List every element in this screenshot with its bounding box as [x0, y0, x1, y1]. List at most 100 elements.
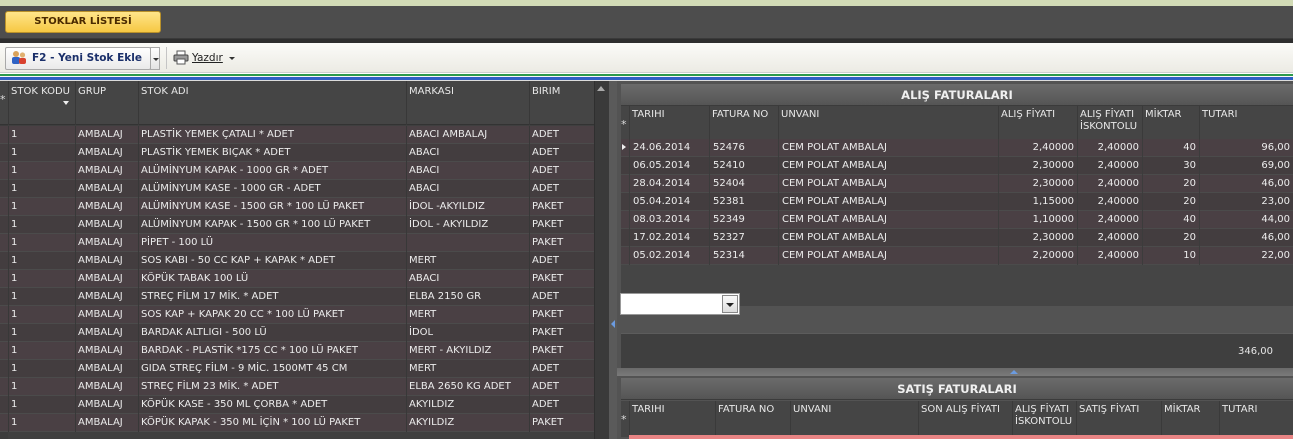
cell-markasi: MERT	[406, 306, 529, 324]
chevron-up-icon[interactable]	[1010, 370, 1018, 374]
column-header-alis-fiyati[interactable]: ALIŞ FİYATI	[998, 106, 1077, 142]
cell-tutari: 44,00	[1199, 211, 1293, 229]
table-row[interactable]: 1 AMBALAJ ALÜMİNYUM KASE - 1500 GR * 100 L…	[0, 198, 594, 216]
table-row[interactable]: 1 AMBALAJ ALÜMİNYUM KAPAK - 1000 GR * ADET…	[0, 162, 594, 180]
cell-birim: ADET	[529, 288, 594, 306]
cell-stok-adi: KÖPÜK KASE - 350 ML ÇORBA * ADET	[138, 396, 406, 414]
selected-row[interactable]	[629, 435, 1293, 439]
cell-markasi: ABACI AMBALAJ	[406, 126, 529, 144]
cell-fatura-no: 52410	[709, 157, 778, 175]
cell-stok-kodu: 1	[8, 288, 75, 306]
sales-panel: SATIŞ FATURALARI * TARIHI FATURA NO UNVA…	[617, 376, 1293, 439]
table-row[interactable]: 24.06.2014 52476 CEM POLAT AMBALAJ 2,40000 2…	[621, 139, 1293, 157]
table-row[interactable]: 05.04.2014 52381 CEM POLAT AMBALAJ 1,15000 2…	[621, 193, 1293, 211]
column-header-markasi[interactable]: MARKASI	[406, 81, 529, 125]
cell-stok-kodu: 1	[8, 414, 75, 432]
cell-alis-fiyati-iskontolu: 2,40000	[1077, 193, 1142, 211]
table-row[interactable]: 1 AMBALAJ GIDA STREÇ FİLM - 9 MİC. 1500MT …	[0, 360, 594, 378]
chevron-left-icon[interactable]	[611, 320, 615, 328]
cell-unvani: CEM POLAT AMBALAJ	[778, 229, 998, 247]
cell-miktar: 10	[1142, 247, 1199, 265]
cell-grup: AMBALAJ	[75, 162, 138, 180]
scroll-up-icon[interactable]	[597, 86, 605, 91]
stok-listesi-tab[interactable]: STOKLAR LİSTESİ	[5, 11, 161, 33]
table-row[interactable]: 1 AMBALAJ SOS KAP + KAPAK 20 CC * 100 LÜ P…	[0, 306, 594, 324]
cell-alis-fiyati: 2,30000	[998, 157, 1077, 175]
add-stock-dropdown-button[interactable]	[150, 47, 160, 70]
cell-tarihi: 17.02.2014	[629, 229, 709, 247]
cell-markasi: ELBA 2650 KG ADET	[406, 378, 529, 396]
cell-stok-adi: ALÜMİNYUM KASE - 1500 GR * 100 LÜ PAKET	[138, 198, 406, 216]
table-row[interactable]: 06.05.2014 52410 CEM POLAT AMBALAJ 2,30000 2…	[621, 157, 1293, 175]
table-row[interactable]: 1 AMBALAJ STREÇ FİLM 17 MİK. * ADET ELBA 21…	[0, 288, 594, 306]
table-row[interactable]: 1 AMBALAJ ALÜMİNYUM KASE - 1000 GR - ADET A…	[0, 180, 594, 198]
cell-alis-fiyati: 2,40000	[998, 139, 1077, 157]
table-row[interactable]: 1 AMBALAJ BARDAK ALTLIGI - 500 LÜ İDOL PAKET	[0, 324, 594, 342]
column-header-tarihi[interactable]: TARIHI	[629, 401, 715, 437]
cell-stok-adi: ALÜMİNYUM KAPAK - 1000 GR * ADET	[138, 162, 406, 180]
users-icon	[12, 51, 26, 64]
cell-birim: PAKET	[529, 414, 594, 432]
table-row[interactable]: 1 AMBALAJ BARDAK - PLASTİK *175 CC * 100 L…	[0, 342, 594, 360]
new-row-icon: *	[621, 118, 627, 131]
table-row[interactable]: 1 AMBALAJ ALÜMİNYUM KAPAK - 1500 GR * 100 …	[0, 216, 594, 234]
column-header-grup[interactable]: GRUP	[75, 81, 138, 125]
table-row[interactable]: 1 AMBALAJ PLASTİK YEMEK ÇATALI * ADET ABACI…	[0, 126, 594, 144]
panel-splitter[interactable]	[609, 81, 617, 439]
column-header-unvani[interactable]: UNVANI	[790, 401, 918, 437]
cell-grup: AMBALAJ	[75, 144, 138, 162]
cell-stok-kodu: 1	[8, 144, 75, 162]
cell-stok-adi: STREÇ FİLM 17 MİK. * ADET	[138, 288, 406, 306]
column-header-satis-fiyati[interactable]: SATIŞ FİYATI	[1076, 401, 1161, 437]
table-row[interactable]: 1 AMBALAJ KÖPÜK TABAK 100 LÜ ABACI PAKET	[0, 270, 594, 288]
column-header-tutari[interactable]: TUTARI	[1199, 106, 1293, 142]
column-header-fatura-no[interactable]: FATURA NO	[715, 401, 790, 437]
column-header-stok-adi[interactable]: STOK ADI	[138, 81, 406, 125]
column-header-tarihi[interactable]: TARIHI	[629, 106, 709, 142]
cell-alis-fiyati: 2,20000	[998, 247, 1077, 265]
chevron-down-icon[interactable]	[722, 295, 738, 313]
table-row[interactable]: 05.02.2014 52314 CEM POLAT AMBALAJ 2,20000 2…	[621, 247, 1293, 265]
new-row-icon: *	[0, 93, 6, 106]
column-header-tutari[interactable]: TUTARI	[1219, 401, 1293, 437]
stock-grid-header: * STOK KODU GRUP STOK ADI MARKASI BIRIM	[0, 81, 594, 125]
cell-birim: ADET	[529, 126, 594, 144]
cell-tarihi: 05.02.2014	[629, 247, 709, 265]
total-footer: 346,00	[621, 333, 1293, 368]
cell-markasi	[406, 234, 529, 252]
table-row[interactable]: 1 AMBALAJ PLASTİK YEMEK BIÇAK * ADET ABACI A…	[0, 144, 594, 162]
cell-grup: AMBALAJ	[75, 180, 138, 198]
cell-alis-fiyati-iskontolu: 2,40000	[1077, 229, 1142, 247]
cell-stok-adi: ALÜMİNYUM KAPAK - 1500 GR * 100 LÜ PAKET	[138, 216, 406, 234]
title-bar: STOKLAR LİSTESİ	[0, 6, 1293, 39]
cell-stok-kodu: 1	[8, 396, 75, 414]
column-header-son-alis-fiyati[interactable]: SON ALIŞ FİYATI	[918, 401, 1012, 437]
cell-markasi: MERT - AKYILDIZ	[406, 342, 529, 360]
cell-tarihi: 06.05.2014	[629, 157, 709, 175]
column-header-unvani[interactable]: UNVANI	[778, 106, 998, 142]
cell-stok-adi: GIDA STREÇ FİLM - 9 MİC. 1500MT 45 CM	[138, 360, 406, 378]
table-row[interactable]: 17.02.2014 52327 CEM POLAT AMBALAJ 2,30000 2…	[621, 229, 1293, 247]
table-row[interactable]: 28.04.2014 52404 CEM POLAT AMBALAJ 2,30000 2…	[621, 175, 1293, 193]
cell-markasi: İDOL -AKYILDIZ	[406, 198, 529, 216]
horizontal-splitter[interactable]	[617, 368, 1293, 376]
cell-unvani: CEM POLAT AMBALAJ	[778, 193, 998, 211]
satis-title: SATIŞ FATURALARI	[621, 378, 1293, 400]
column-header-fatura-no[interactable]: FATURA NO	[709, 106, 778, 142]
table-row[interactable]: 1 AMBALAJ KÖPÜK KASE - 350 ML ÇORBA * ADET…	[0, 396, 594, 414]
print-button[interactable]: Yazdır	[171, 48, 237, 68]
column-header-alis-fiyati-iskontolu[interactable]: ALIŞ FİYATI İSKONTOLU	[1077, 106, 1142, 142]
table-row[interactable]: 1 AMBALAJ SOS KABI - 50 CC KAP + KAPAK * A…	[0, 252, 594, 270]
table-row[interactable]: 1 AMBALAJ STREÇ FİLM 23 MİK. * ADET ELBA 26…	[0, 378, 594, 396]
column-label: MARKASI	[409, 86, 454, 97]
vertical-scrollbar[interactable]	[594, 81, 609, 439]
column-header-alis-fiyati-iskontolu[interactable]: ALIŞ FİYATI İSKONTOLU	[1012, 401, 1076, 437]
table-row[interactable]: 08.03.2014 52349 CEM POLAT AMBALAJ 1,10000 2…	[621, 211, 1293, 229]
chevron-down-icon[interactable]	[229, 57, 235, 60]
table-row[interactable]: 1 AMBALAJ KÖPÜK KAPAK - 350 ML İÇİN * 100 …	[0, 414, 594, 432]
column-header-miktar[interactable]: MİKTAR	[1142, 106, 1199, 142]
cell-alis-fiyati-iskontolu: 2,40000	[1077, 157, 1142, 175]
table-row[interactable]: 1 AMBALAJ PİPET - 100 LÜ PAKET	[0, 234, 594, 252]
column-header-miktar[interactable]: MİKTAR	[1161, 401, 1219, 437]
column-header-birim[interactable]: BIRIM	[529, 81, 594, 125]
